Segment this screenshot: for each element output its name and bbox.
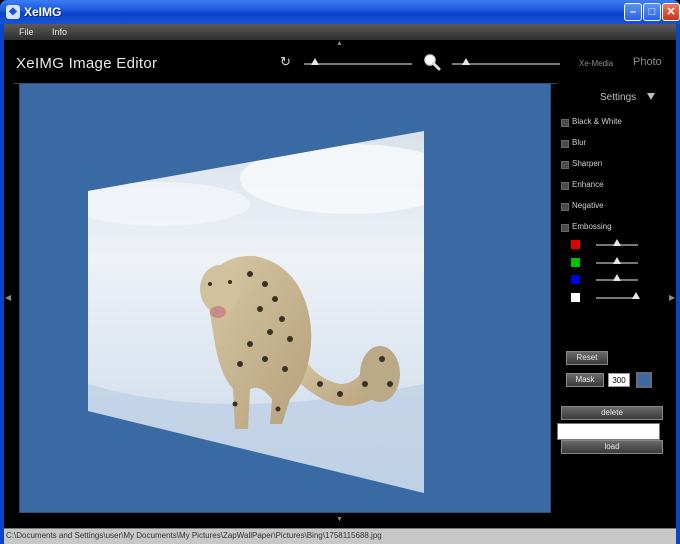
delete-button[interactable]: delete: [561, 406, 663, 420]
green-swatch: [571, 258, 580, 267]
option-checkbox[interactable]: [561, 161, 569, 169]
xe-media-link[interactable]: Xe-Media: [579, 59, 613, 68]
app-area: ▲ XeIMG Image Editor ↻ Xe-Media Photo ◀ …: [4, 40, 676, 528]
red-slider-thumb[interactable]: [613, 239, 621, 246]
mask-color-picker[interactable]: [636, 372, 652, 388]
menu-file[interactable]: File: [19, 27, 34, 37]
option-label: Blur: [572, 138, 587, 147]
rotate-icon[interactable]: ↻: [280, 55, 294, 69]
option-label: Negative: [572, 201, 604, 210]
mask-size-input[interactable]: 300: [608, 373, 630, 387]
app-icon: ◆: [6, 5, 20, 19]
option-label: Sharpen: [572, 159, 603, 168]
filename-field[interactable]: [557, 423, 660, 440]
option-checkbox[interactable]: [561, 140, 569, 148]
image-canvas[interactable]: [19, 83, 551, 513]
menu-info[interactable]: Info: [52, 27, 67, 37]
app-title: XeIMG Image Editor: [16, 55, 158, 72]
menu-bar: File Info: [4, 24, 676, 40]
close-button[interactable]: ✕: [662, 3, 680, 21]
blue-swatch: [571, 275, 580, 284]
minimize-button[interactable]: –: [624, 3, 642, 21]
option-checkbox[interactable]: [561, 224, 569, 232]
red-swatch: [571, 240, 580, 249]
collapse-top-arrow-icon[interactable]: ▲: [336, 40, 343, 47]
window-frame-right: [676, 24, 680, 544]
photo-link[interactable]: Photo: [633, 56, 662, 68]
window-title: XeIMG: [24, 5, 62, 19]
maximize-button[interactable]: □: [643, 3, 661, 21]
rotate-slider-thumb[interactable]: [310, 58, 319, 65]
title-bar: ◆ XeIMG – □ ✕: [0, 0, 680, 24]
settings-panel: Settings Black & White Blur Sharpen Enha…: [557, 83, 668, 513]
mask-button[interactable]: Mask: [566, 373, 604, 387]
option-checkbox[interactable]: [561, 182, 569, 190]
option-label: Black & White: [572, 117, 622, 126]
load-button[interactable]: load: [561, 440, 663, 454]
zoom-slider-thumb[interactable]: [462, 58, 471, 65]
option-checkbox[interactable]: [561, 203, 569, 211]
option-checkbox[interactable]: [561, 119, 569, 127]
reset-button[interactable]: Reset: [566, 351, 608, 365]
blue-slider-thumb[interactable]: [613, 274, 621, 281]
collapse-bottom-arrow-icon[interactable]: ▼: [336, 516, 343, 523]
option-label: Embossing: [572, 222, 612, 231]
settings-title[interactable]: Settings: [600, 92, 636, 103]
settings-dropdown-icon[interactable]: [647, 93, 655, 100]
white-slider-thumb[interactable]: [631, 292, 640, 299]
green-slider-thumb[interactable]: [613, 257, 621, 264]
zoom-icon[interactable]: [423, 53, 441, 71]
option-label: Enhance: [572, 180, 604, 189]
image-preview: [88, 131, 424, 493]
collapse-left-arrow-icon[interactable]: ◀: [5, 293, 11, 302]
collapse-right-arrow-icon[interactable]: ▶: [669, 293, 675, 302]
white-swatch: [571, 293, 580, 302]
status-bar: C:\Documents and Settings\user\My Docume…: [4, 528, 676, 544]
rotate-slider[interactable]: [304, 63, 412, 65]
